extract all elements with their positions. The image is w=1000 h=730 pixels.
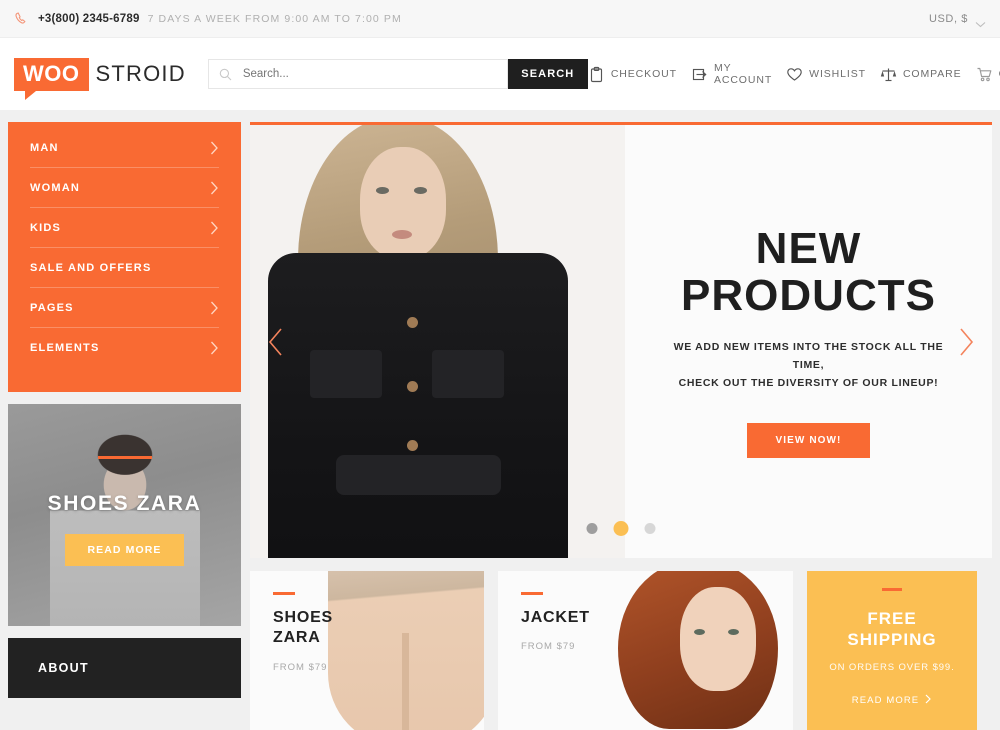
chevron-down-icon bbox=[975, 15, 986, 28]
heart-icon bbox=[786, 66, 803, 83]
hero-title: NEW PRODUCTS bbox=[681, 225, 936, 319]
shipping-subtitle: ON ORDERS OVER $99. bbox=[829, 661, 955, 673]
card-accent-line bbox=[273, 592, 295, 595]
main-content: NEW PRODUCTS WE ADD NEW ITEMS INTO THE S… bbox=[250, 122, 992, 730]
nav-item-compare[interactable]: COMPARE bbox=[880, 66, 962, 83]
logo-mark: WOO bbox=[14, 57, 89, 100]
slider-next-arrow-icon[interactable] bbox=[956, 327, 976, 357]
site-logo[interactable]: WOO STROID bbox=[14, 57, 186, 100]
chevron-right-icon bbox=[210, 141, 219, 155]
search-button[interactable]: SEARCH bbox=[507, 59, 588, 89]
sidebar-label-kids: KIDS bbox=[30, 221, 62, 234]
slider-dot-3[interactable] bbox=[644, 523, 656, 534]
login-icon bbox=[691, 66, 708, 83]
clipboard-icon bbox=[588, 66, 605, 83]
nav-item-checkout[interactable]: CHECKOUT bbox=[588, 66, 677, 83]
sidebar-item-woman[interactable]: WOMAN bbox=[30, 168, 219, 208]
search-icon bbox=[219, 68, 232, 81]
sidebar-item-sale-and-offers[interactable]: SALE AND OFFERS bbox=[30, 248, 219, 288]
promo-card-free-shipping[interactable]: FREE SHIPPING ON ORDERS OVER $99. READ M… bbox=[807, 571, 977, 730]
promo-cards-row: SHOES ZARA FROM $79 JACKET FROM $79 FREE… bbox=[250, 571, 992, 730]
hero-subtitle-line2: CHECK OUT THE DIVERSITY OF OUR LINEUP! bbox=[678, 377, 939, 389]
hero-slider: NEW PRODUCTS WE ADD NEW ITEMS INTO THE S… bbox=[250, 122, 992, 558]
card-price-shoes: FROM $79 bbox=[273, 661, 328, 673]
top-bar: +3(800) 2345-6789 7 DAYS A WEEK FROM 9:0… bbox=[0, 0, 1000, 38]
hero-view-now-button[interactable]: VIEW NOW! bbox=[747, 422, 870, 458]
sidebar: MAN WOMAN KIDS SALE AND OFFERS PAGES ELE… bbox=[8, 122, 241, 730]
cart-icon bbox=[976, 66, 993, 83]
sidebar-label-man: MAN bbox=[30, 141, 59, 154]
currency-selector[interactable]: USD, $ bbox=[928, 12, 986, 28]
slider-dot-2[interactable] bbox=[613, 521, 629, 536]
card-title-line1: JACKET bbox=[521, 609, 590, 626]
chevron-right-icon bbox=[210, 341, 219, 355]
slider-dot-1[interactable] bbox=[586, 523, 598, 534]
shipping-accent-line bbox=[882, 588, 902, 591]
sidebar-label-woman: WOMAN bbox=[30, 181, 80, 194]
product-card-jacket[interactable]: JACKET FROM $79 bbox=[498, 571, 793, 730]
chevron-right-icon bbox=[925, 694, 932, 707]
slider-prev-arrow-icon[interactable] bbox=[266, 327, 286, 357]
currency-label: USD, $ bbox=[928, 12, 968, 25]
nav-item-my-account[interactable]: MY ACCOUNT bbox=[691, 62, 772, 86]
hero-title-line1: NEW bbox=[755, 224, 862, 274]
phone-number[interactable]: +3(800) 2345-6789 bbox=[38, 13, 140, 25]
topbar-contact: +3(800) 2345-6789 7 DAYS A WEEK FROM 9:0… bbox=[14, 11, 402, 27]
chevron-right-icon bbox=[210, 221, 219, 235]
hero-subtitle-line1: WE ADD NEW ITEMS INTO THE STOCK ALL THE … bbox=[673, 341, 944, 372]
shipping-title-line1: FREE bbox=[867, 609, 917, 628]
about-block[interactable]: ABOUT bbox=[8, 638, 241, 698]
sidebar-item-elements[interactable]: ELEMENTS bbox=[30, 328, 219, 368]
site-header: WOO STROID SEARCH CHECKOUT bbox=[0, 38, 1000, 110]
sidebar-item-pages[interactable]: PAGES bbox=[30, 288, 219, 328]
phone-icon bbox=[14, 11, 30, 27]
about-title: ABOUT bbox=[38, 661, 89, 675]
shipping-read-more-label: READ MORE bbox=[851, 694, 920, 706]
card-title-line2: ZARA bbox=[273, 629, 321, 647]
chevron-right-icon bbox=[210, 181, 219, 195]
card-title-jacket: JACKET bbox=[521, 608, 793, 628]
shipping-title: FREE SHIPPING bbox=[847, 608, 936, 651]
shipping-title-line2: SHIPPING bbox=[847, 630, 937, 650]
card-title-shoes: SHOES ZARA bbox=[273, 608, 484, 649]
card-price-jacket: FROM $79 bbox=[521, 641, 576, 653]
hero-subtitle: WE ADD NEW ITEMS INTO THE STOCK ALL THE … bbox=[665, 339, 952, 393]
sidebar-item-man[interactable]: MAN bbox=[30, 128, 219, 168]
hero-text-block: NEW PRODUCTS WE ADD NEW ITEMS INTO THE S… bbox=[625, 125, 992, 558]
slider-dots bbox=[586, 521, 656, 536]
promo-read-more-button[interactable]: READ MORE bbox=[65, 534, 184, 566]
search-area: SEARCH bbox=[207, 59, 588, 89]
nav-label-my-account: MY ACCOUNT bbox=[713, 62, 773, 86]
working-hours: 7 DAYS A WEEK FROM 9:00 AM TO 7:00 PM bbox=[147, 12, 402, 25]
card-title-line1: SHOES bbox=[273, 609, 334, 626]
nav-label-compare: COMPARE bbox=[902, 68, 962, 80]
category-menu: MAN WOMAN KIDS SALE AND OFFERS PAGES ELE… bbox=[8, 122, 241, 392]
search-box[interactable] bbox=[207, 59, 508, 89]
promo-accent-line bbox=[97, 456, 152, 459]
hero-title-line2: PRODUCTS bbox=[681, 271, 936, 321]
nav-label-wishlist: WISHLIST bbox=[809, 68, 866, 80]
sidebar-item-kids[interactable]: KIDS bbox=[30, 208, 219, 248]
search-input[interactable] bbox=[242, 68, 493, 80]
promo-banner-shoes-zara[interactable]: SHOES ZARA READ MORE bbox=[8, 404, 241, 626]
chevron-right-icon bbox=[210, 301, 219, 315]
nav-label-checkout: CHECKOUT bbox=[610, 68, 677, 80]
sidebar-label-elements: ELEMENTS bbox=[30, 342, 100, 354]
nav-item-wishlist[interactable]: WISHLIST bbox=[786, 66, 866, 83]
header-nav: CHECKOUT MY ACCOUNT WISHLIST COMPARE bbox=[588, 62, 1000, 86]
shipping-read-more-link[interactable]: READ MORE bbox=[852, 694, 932, 707]
card-accent-line bbox=[521, 592, 543, 595]
sidebar-label-sale-and-offers: SALE AND OFFERS bbox=[30, 261, 152, 274]
hero-model-image bbox=[250, 125, 625, 558]
page-body: MAN WOMAN KIDS SALE AND OFFERS PAGES ELE… bbox=[0, 110, 1000, 730]
nav-item-cart[interactable]: CART 0 bbox=[976, 63, 1000, 85]
sidebar-label-pages: PAGES bbox=[30, 301, 74, 314]
promo-model-image bbox=[49, 412, 200, 626]
product-card-shoes-zara[interactable]: SHOES ZARA FROM $79 bbox=[250, 571, 484, 730]
scales-icon bbox=[880, 66, 897, 83]
promo-title: SHOES ZARA bbox=[47, 492, 202, 515]
logo-word: STROID bbox=[95, 61, 186, 86]
